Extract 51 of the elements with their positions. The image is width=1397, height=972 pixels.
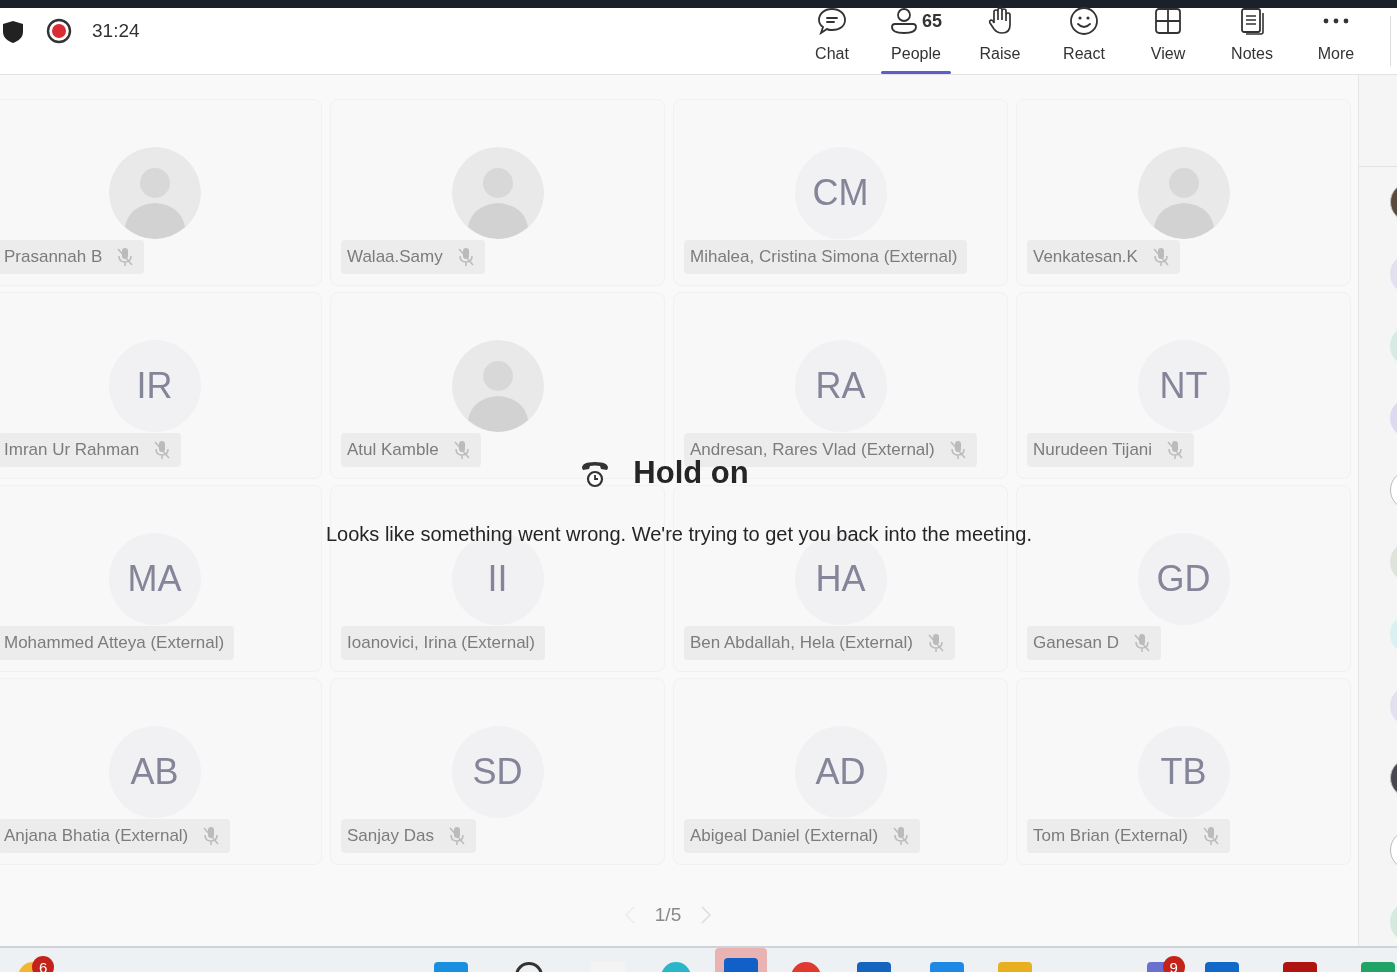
shield-icon	[2, 20, 24, 44]
initials-avatar: AB	[108, 726, 201, 818]
participant-name: Atul Kamble	[347, 440, 439, 460]
participant-name: Anjana Bhatia (External)	[4, 826, 189, 846]
participant-name: Mihalea, Cristina Simona (External)	[690, 247, 958, 267]
raise-toolbar-button[interactable]: Raise	[958, 3, 1042, 75]
meeting-timer: 31:24	[92, 20, 140, 42]
participant-name: Prasannah B	[4, 247, 103, 267]
react-toolbar-button[interactable]: React	[1042, 3, 1126, 75]
participant-name: Tom Brian (External)	[1033, 826, 1188, 846]
participant-name: Walaa.Samy	[347, 247, 443, 267]
initials-avatar: IR	[108, 340, 201, 432]
avatar-icon	[1137, 147, 1230, 239]
notification-badge: 6	[32, 956, 55, 972]
initials-avatar: CM	[794, 147, 887, 239]
chat-icon	[817, 7, 847, 35]
people-toolbar-button[interactable]: 65 People	[874, 3, 958, 75]
notes-toolbar-button[interactable]: Notes	[1210, 3, 1294, 75]
participant-name: Ganesan D	[1033, 633, 1119, 653]
participant-name: Abigeal Daniel (External)	[690, 826, 879, 846]
chat-toolbar-button[interactable]: Chat	[790, 3, 874, 75]
notes-icon	[1239, 7, 1265, 35]
hand-icon	[986, 7, 1014, 35]
avatar-icon	[108, 147, 201, 239]
grid-icon	[1154, 7, 1182, 35]
participant-name: Ioanovici, Irina (External)	[347, 633, 536, 653]
participant-name: Sanjay Das	[347, 826, 434, 846]
initials-avatar: NT	[1137, 340, 1230, 432]
person-icon	[890, 7, 918, 35]
initials-avatar: RA	[794, 340, 887, 432]
initials-avatar: TB	[1137, 726, 1230, 818]
participant-name: Venkatesan.K	[1033, 247, 1138, 267]
initials-avatar: SD	[451, 726, 544, 818]
page-indicator: 1/5	[654, 904, 682, 926]
participant-name: Mohammed Atteya (External)	[4, 633, 225, 653]
participant-count: 65	[922, 10, 942, 32]
smiley-icon	[1069, 6, 1099, 36]
participant-name: Ben Abdallah, Hela (External)	[690, 633, 914, 653]
initials-avatar: MA	[108, 533, 201, 625]
notification-badge: 9	[1162, 956, 1185, 972]
avatar-icon	[451, 147, 544, 239]
initials-avatar: GD	[1137, 533, 1230, 625]
more-toolbar-button[interactable]: More	[1294, 3, 1378, 75]
participant-name: Imran Ur Rahman	[4, 440, 140, 460]
mail-taskbar-icon[interactable]	[714, 948, 767, 972]
avatar-icon	[451, 340, 544, 432]
notice-message: Looks like something went wrong. We're trying to get you back into the meeting.	[325, 523, 1032, 546]
more-icon	[1322, 17, 1350, 25]
initials-avatar: AD	[794, 726, 887, 818]
participant-name: Nurudeen Tijani	[1033, 440, 1153, 460]
view-toolbar-button[interactable]: View	[1126, 3, 1210, 75]
